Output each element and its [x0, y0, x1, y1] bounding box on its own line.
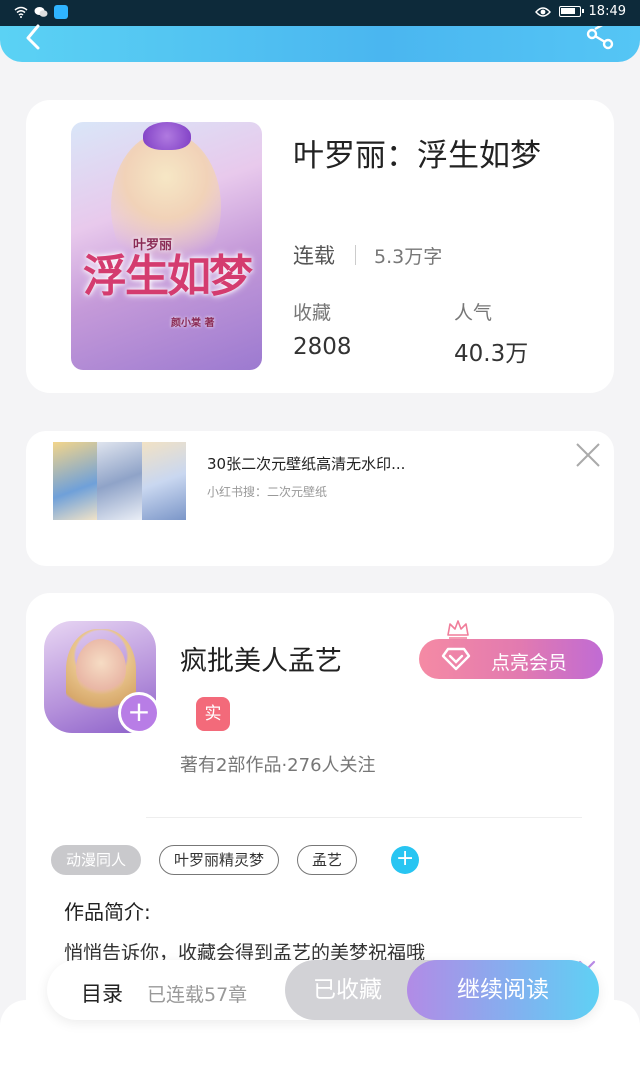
- wifi-icon: [14, 6, 28, 18]
- popularity-label: 人气: [454, 302, 493, 324]
- verified-badge: 实: [196, 697, 230, 731]
- serial-status: 连载: [293, 244, 335, 268]
- ad-card[interactable]: 30张二次元壁纸高清无水印... 小红书搜：二次元壁纸: [26, 431, 614, 566]
- bottom-action-bar: 目录 已连载57章 已收藏 继续阅读: [47, 960, 599, 1020]
- close-icon[interactable]: [575, 442, 601, 468]
- author-name[interactable]: 疯批美人孟艺: [180, 639, 342, 678]
- popularity-value: 40.3万: [454, 341, 529, 367]
- vip-button[interactable]: 点亮会员: [419, 639, 603, 679]
- header: [0, 24, 640, 62]
- share-icon[interactable]: [586, 26, 616, 54]
- divider: [146, 817, 582, 818]
- book-cover[interactable]: 叶罗丽 浮生如梦 颜小棠 著: [71, 122, 262, 370]
- vip-label: 点亮会员: [491, 652, 568, 674]
- book-info-card: 叶罗丽 浮生如梦 颜小棠 著 叶罗丽：浮生如梦 连载 5.3万字 收藏 2808…: [26, 100, 614, 393]
- continue-reading-button[interactable]: 继续阅读: [407, 960, 599, 1020]
- battery-icon: [558, 6, 584, 17]
- eye-icon: [534, 6, 551, 17]
- app-notification-icon: [54, 5, 68, 19]
- tag-item[interactable]: 叶罗丽精灵梦: [159, 845, 280, 875]
- tag-item[interactable]: 孟艺: [297, 845, 358, 875]
- divider: [355, 245, 356, 265]
- toc-progress[interactable]: 已连载57章: [147, 980, 247, 1007]
- cover-title: 浮生如梦: [83, 251, 253, 302]
- wechat-icon: [34, 7, 48, 17]
- author-meta: 著有2部作品·276人关注: [180, 755, 376, 776]
- crown-icon: [447, 620, 469, 639]
- favorites-label: 收藏: [293, 302, 332, 324]
- ad-image[interactable]: [53, 442, 186, 520]
- book-status-row: 连载 5.3万字: [293, 240, 442, 270]
- intro-label: 作品简介:: [64, 900, 151, 924]
- book-title: 叶罗丽：浮生如梦: [293, 138, 541, 174]
- tag-list: 动漫同人 叶罗丽精灵梦 孟艺 +: [51, 845, 420, 875]
- tag-item[interactable]: 动漫同人: [51, 845, 142, 875]
- status-bar: 18:49: [0, 0, 640, 26]
- word-count: 5.3万字: [374, 245, 443, 268]
- status-time: 18:49: [588, 4, 626, 19]
- favorites-value: 2808: [293, 334, 352, 360]
- ad-subtitle: 小红书搜：二次元壁纸: [207, 485, 328, 499]
- diamond-icon: [441, 647, 471, 671]
- cover-author: 颜小棠 著: [171, 318, 215, 329]
- follow-author-button[interactable]: +: [118, 692, 160, 734]
- toc-button[interactable]: 目录: [81, 978, 123, 1008]
- cover-flower: [143, 122, 191, 150]
- add-tag-button[interactable]: +: [391, 846, 420, 874]
- back-icon[interactable]: [20, 24, 48, 52]
- ad-title[interactable]: 30张二次元壁纸高清无水印...: [207, 453, 405, 474]
